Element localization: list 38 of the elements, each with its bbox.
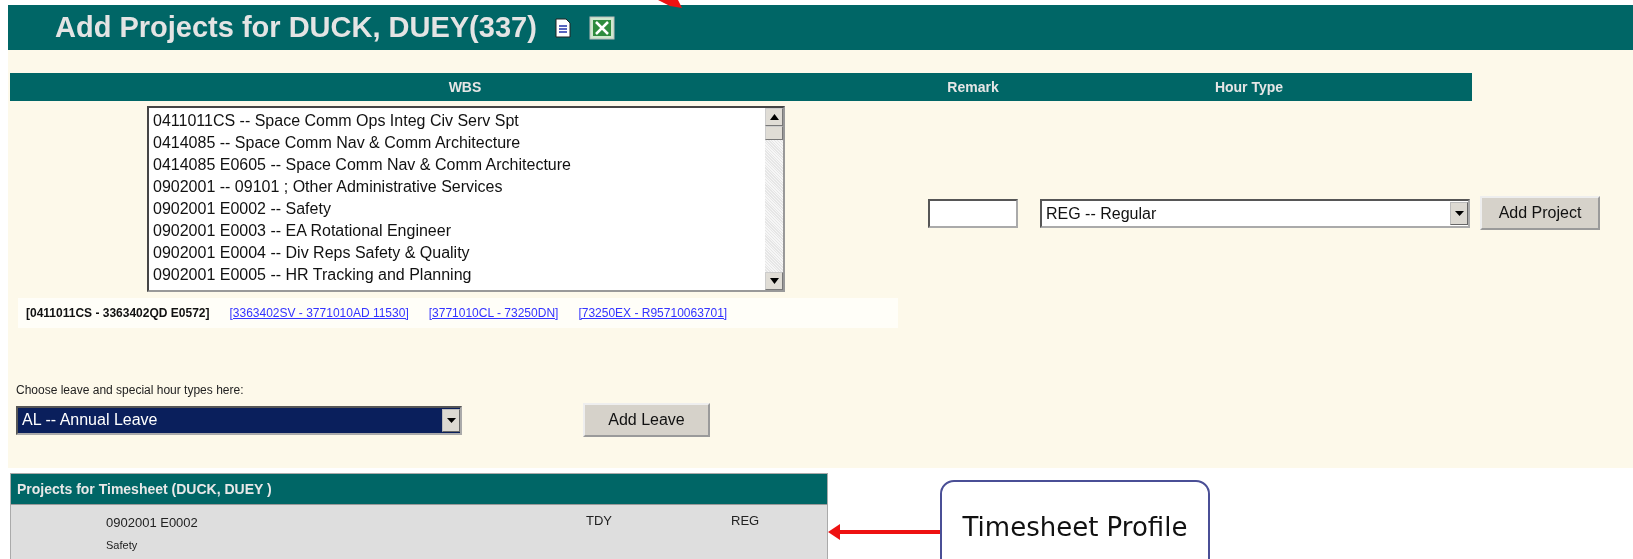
leave-label: Choose leave and special hour types here:: [16, 383, 245, 397]
table-cell-text: TDY: [586, 513, 613, 530]
current-range: [0411011CS - 3363402QD E0572]: [26, 306, 210, 320]
project-code: 0902001 E0002: [106, 515, 198, 530]
page-title: Add Projects for DUCK, DUEY(337): [55, 11, 537, 44]
range-link[interactable]: [3363402SV - 3771010AD 11530]: [229, 306, 409, 320]
scroll-down-icon[interactable]: [769, 278, 779, 284]
scrollbar[interactable]: [765, 108, 783, 290]
add-project-button[interactable]: Add Project: [1480, 196, 1600, 230]
list-option[interactable]: 0902001 E0002 -- Safety: [153, 198, 761, 220]
scroll-thumb[interactable]: [765, 126, 783, 140]
range-link[interactable]: [73250EX - R95710063701]: [578, 306, 728, 320]
callout-text: Timesheet Profile: [962, 512, 1188, 542]
list-option[interactable]: 0411011CS -- Space Comm Ops Integ Civ Serv Spt: [153, 110, 761, 132]
column-header: WBS: [447, 79, 483, 95]
table-title: Projects for Timesheet (DUCK, DUEY ): [11, 474, 827, 505]
add-leave-button[interactable]: Add Leave: [583, 403, 710, 437]
project-name: Safety: [106, 539, 139, 551]
document-icon[interactable]: [554, 17, 571, 38]
caret-icon: [446, 417, 456, 423]
list-option[interactable]: 0414085 -- Space Comm Nav & Comm Architecture: [153, 132, 761, 154]
spreadsheet-icon[interactable]: [588, 15, 615, 40]
list-option[interactable]: 0902001 E0005 -- HR Tracking and Planning: [153, 264, 761, 286]
range-link[interactable]: [3771010CL - 73250DN]: [428, 306, 559, 320]
column-header: Remark: [946, 79, 1000, 95]
annotation-arrow: [658, 0, 682, 8]
caret-icon: [1454, 211, 1464, 216]
remark-field[interactable]: [928, 199, 1018, 228]
list-option[interactable]: 0414085 E0605 -- Space Comm Nav & Comm Architecture: [153, 154, 761, 176]
hour-type-select[interactable]: REG -- Regular: [1040, 199, 1470, 228]
leave-select[interactable]: AL -- Annual Leave: [16, 405, 462, 435]
list-option[interactable]: 0902001 E0003 -- EA Rotational Engineer: [153, 220, 761, 242]
list-option[interactable]: 0902001 -- 09101 ; Other Administrative Services: [153, 176, 761, 198]
wbs-listbox[interactable]: [147, 106, 785, 292]
scroll-up-icon[interactable]: [769, 114, 779, 120]
table-cell-text: REG: [731, 513, 761, 530]
list-option[interactable]: 0902001 E0004 -- Div Reps Safety & Quality: [153, 242, 761, 264]
column-header: Hour Type: [1213, 79, 1285, 95]
